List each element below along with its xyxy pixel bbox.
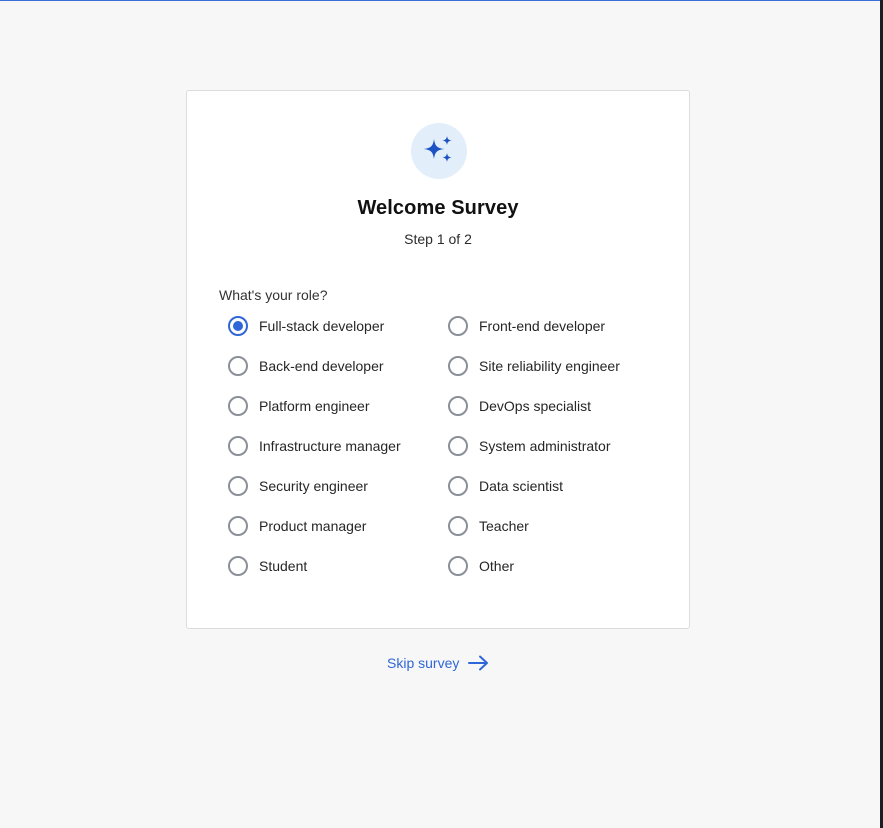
radio-button[interactable]	[228, 436, 248, 456]
role-option-label: Back-end developer	[259, 358, 384, 374]
role-option-label: Front-end developer	[479, 318, 606, 334]
radio-button[interactable]	[228, 396, 248, 416]
skip-survey-link[interactable]: Skip survey	[387, 655, 490, 671]
role-option-data-scientist[interactable]: Data scientist	[448, 475, 563, 497]
role-option-student[interactable]: Student	[228, 555, 307, 577]
role-option-label: Platform engineer	[259, 398, 370, 414]
role-option-full-stack-developer[interactable]: Full-stack developer	[228, 315, 384, 337]
radio-button[interactable]	[448, 356, 468, 376]
radio-button[interactable]	[448, 556, 468, 576]
radio-button[interactable]	[448, 436, 468, 456]
role-option-label: Product manager	[259, 518, 367, 534]
role-option-infrastructure-manager[interactable]: Infrastructure manager	[228, 435, 401, 457]
radio-button[interactable]	[448, 516, 468, 536]
radio-button[interactable]	[228, 356, 248, 376]
role-option-security-engineer[interactable]: Security engineer	[228, 475, 368, 497]
role-option-label: Infrastructure manager	[259, 438, 401, 454]
role-option-front-end-developer[interactable]: Front-end developer	[448, 315, 605, 337]
role-option-label: Full-stack developer	[259, 318, 385, 334]
radio-button[interactable]	[228, 556, 248, 576]
role-option-label: Teacher	[479, 518, 529, 534]
role-option-label: Security engineer	[259, 478, 368, 494]
radio-button[interactable]	[448, 396, 468, 416]
skip-survey-label: Skip survey	[387, 655, 460, 671]
arrow-right-icon	[468, 655, 489, 671]
radio-button[interactable]	[228, 516, 248, 536]
role-option-product-manager[interactable]: Product manager	[228, 515, 366, 537]
role-option-back-end-developer[interactable]: Back-end developer	[228, 355, 384, 377]
radio-button[interactable]	[228, 476, 248, 496]
survey-title: Welcome Survey	[357, 197, 519, 219]
role-option-site-reliability-engineer[interactable]: Site reliability engineer	[448, 355, 620, 377]
role-option-devops-specialist[interactable]: DevOps specialist	[448, 395, 591, 417]
role-option-label: Site reliability engineer	[479, 358, 620, 374]
role-option-system-administrator[interactable]: System administrator	[448, 435, 610, 457]
role-option-platform-engineer[interactable]: Platform engineer	[228, 395, 370, 417]
step-indicator: Step 1 of 2	[404, 231, 472, 247]
role-option-other[interactable]: Other	[448, 555, 514, 577]
sparkles-icon	[411, 123, 467, 179]
role-option-teacher[interactable]: Teacher	[448, 515, 529, 537]
role-option-label: DevOps specialist	[479, 398, 592, 414]
survey-page: Welcome Survey Step 1 of 2 What's your r…	[0, 1, 880, 828]
role-option-label: Other	[479, 558, 515, 574]
role-option-label: Student	[259, 558, 308, 574]
role-option-label: System administrator	[479, 438, 611, 454]
survey-card: Welcome Survey Step 1 of 2 What's your r…	[186, 90, 690, 629]
radio-button[interactable]	[448, 316, 468, 336]
radio-button[interactable]	[448, 476, 468, 496]
role-option-label: Data scientist	[479, 478, 564, 494]
radio-button[interactable]	[228, 316, 248, 336]
role-question: What's your role?	[219, 287, 328, 303]
